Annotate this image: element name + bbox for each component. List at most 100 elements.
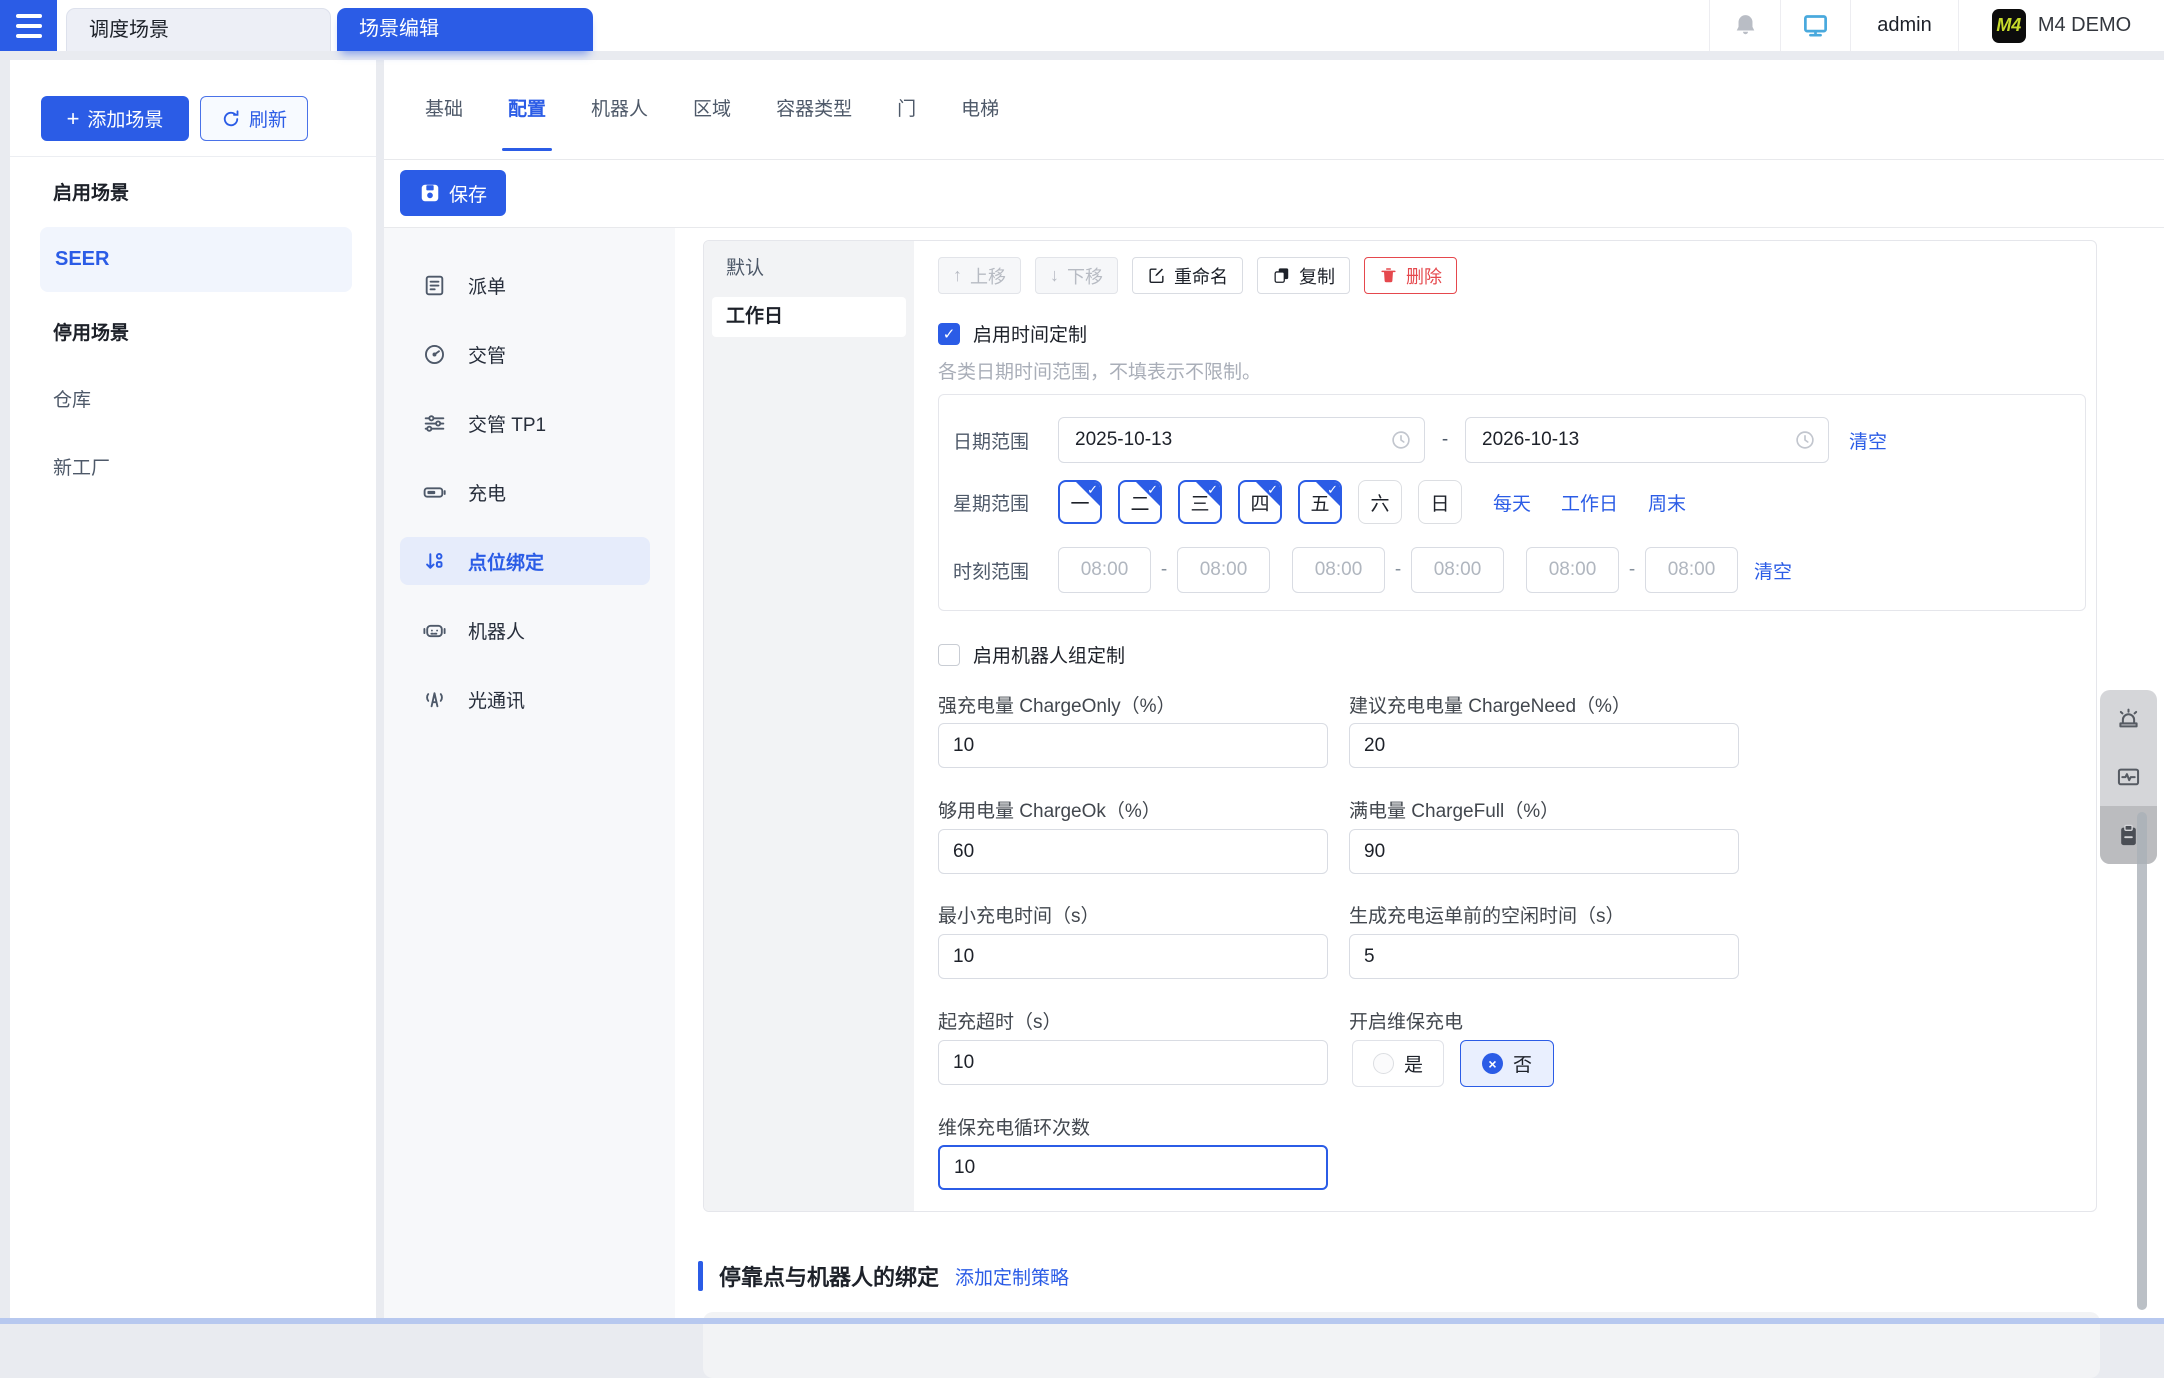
charge-need-input[interactable] <box>1349 723 1739 768</box>
menu-toggle-button[interactable] <box>0 0 57 51</box>
cycles-input[interactable] <box>938 1145 1328 1190</box>
charge-full-input[interactable] <box>1349 829 1739 874</box>
time-custom-hint: 各类日期时间范围，不填表示不限制。 <box>938 357 1261 384</box>
maintenance-yes-option[interactable]: 是 <box>1352 1040 1444 1087</box>
topbar: 调度场景 场景编辑 admin M4 M4 DEMO <box>0 0 2164 51</box>
charge-only-input[interactable] <box>938 723 1328 768</box>
weekday-chip-sun[interactable]: 日✓ <box>1418 480 1462 524</box>
tab-basic[interactable]: 基础 <box>425 60 463 160</box>
weekday-chip-mon[interactable]: 一✓ <box>1058 480 1102 524</box>
nav-tab-dispatch-scene[interactable]: 调度场景 <box>66 8 331 51</box>
tab-config[interactable]: 配置 <box>508 60 546 160</box>
weekday-chip-sat[interactable]: 六✓ <box>1358 480 1402 524</box>
time-input-2-end[interactable] <box>1411 547 1504 593</box>
menu-item-dispatch[interactable]: 派单 <box>400 261 650 309</box>
nav-tab-scene-editor[interactable]: 场景编辑 <box>337 8 593 51</box>
edit-icon <box>1147 266 1166 285</box>
weekday-chip-thu[interactable]: 四✓ <box>1238 480 1282 524</box>
refresh-icon <box>221 109 241 129</box>
time-clear-link[interactable]: 清空 <box>1754 557 1792 584</box>
user-menu[interactable]: admin <box>1850 0 1958 51</box>
topbar-right: admin M4 M4 DEMO <box>1709 0 2164 51</box>
horizontal-scrollbar[interactable] <box>0 1318 2164 1324</box>
range-dash: - <box>1425 429 1465 451</box>
antenna-icon <box>422 687 447 712</box>
scene-item-seer[interactable]: SEER <box>40 227 352 292</box>
radio-unchecked-icon <box>1373 1053 1394 1074</box>
weekday-chip-fri[interactable]: 五✓ <box>1298 480 1342 524</box>
robot-group-checkbox[interactable] <box>938 644 960 666</box>
add-custom-policy-link[interactable]: 添加定制策略 <box>955 1263 1069 1290</box>
weekday-chip-tue[interactable]: 二✓ <box>1118 480 1162 524</box>
time-custom-checkbox[interactable]: ✓ <box>938 323 960 345</box>
save-row: 保存 <box>384 160 2164 228</box>
tab-doors[interactable]: 门 <box>897 60 916 160</box>
scene-item-new-factory[interactable]: 新工厂 <box>53 453 110 480</box>
delete-button[interactable]: 删除 <box>1364 257 1457 294</box>
notifications-button[interactable] <box>1709 0 1780 51</box>
date-end-wrap <box>1465 417 1829 463</box>
maintenance-no-option[interactable]: × 否 <box>1460 1040 1554 1087</box>
arrow-down-icon: ↓ <box>1050 265 1059 286</box>
binding-section-title: 停靠点与机器人的绑定 <box>719 1260 939 1292</box>
clock-icon[interactable] <box>1794 429 1816 451</box>
idle-time-input[interactable] <box>1349 934 1739 979</box>
alarm-tool-button[interactable] <box>2100 690 2157 748</box>
move-up-button[interactable]: ↑上移 <box>938 257 1021 294</box>
charge-only-label: 强充电量 ChargeOnly（%） <box>938 691 1176 718</box>
rename-button[interactable]: 重命名 <box>1132 257 1243 294</box>
refresh-button[interactable]: 刷新 <box>200 96 308 141</box>
move-down-button[interactable]: ↓下移 <box>1035 257 1118 294</box>
sort-binding-icon <box>422 549 447 574</box>
tab-container-types[interactable]: 容器类型 <box>776 60 852 160</box>
min-charge-time-input[interactable] <box>938 934 1328 979</box>
tab-areas[interactable]: 区域 <box>693 60 731 160</box>
monitor-pulse-tool-button[interactable] <box>2100 748 2157 806</box>
time-input-3-end[interactable] <box>1645 547 1738 593</box>
weekday-chip-wed[interactable]: 三✓ <box>1178 480 1222 524</box>
weekday-chips: 一✓ 二✓ 三✓ 四✓ 五✓ 六✓ 日✓ <box>1058 480 1462 524</box>
date-start-input[interactable] <box>1058 417 1425 463</box>
menu-item-traffic-tp1[interactable]: 交管 TP1 <box>400 399 650 447</box>
save-icon <box>419 182 441 204</box>
tab-robots[interactable]: 机器人 <box>591 60 648 160</box>
workdays-link[interactable]: 工作日 <box>1561 489 1618 516</box>
menu-item-optical-comm[interactable]: 光通讯 <box>400 675 650 723</box>
date-clear-link[interactable]: 清空 <box>1849 427 1887 454</box>
group-disabled-scenes: 停用场景 <box>53 318 129 345</box>
time-input-3-start[interactable] <box>1526 547 1619 593</box>
clipboard-tool-button[interactable] <box>2100 806 2157 864</box>
profile-list: 默认 工作日 <box>704 241 914 1211</box>
robot-group-label: 启用机器人组定制 <box>973 641 1125 668</box>
time-input-1-end[interactable] <box>1177 547 1270 593</box>
vertical-scrollbar[interactable] <box>2137 812 2147 1310</box>
menu-item-robots[interactable]: 机器人 <box>400 606 650 654</box>
charge-ok-input[interactable] <box>938 829 1328 874</box>
enable-robot-group-row: 启用机器人组定制 <box>938 641 1125 668</box>
clock-icon[interactable] <box>1390 429 1412 451</box>
menu-item-point-binding[interactable]: 点位绑定 <box>400 537 650 585</box>
floating-toolbar <box>2100 690 2157 864</box>
time-input-1-start[interactable] <box>1058 547 1151 593</box>
weekend-link[interactable]: 周末 <box>1648 489 1686 516</box>
save-button[interactable]: 保存 <box>400 170 506 216</box>
add-scene-button[interactable]: + 添加场景 <box>41 96 189 141</box>
copy-button[interactable]: 复制 <box>1257 257 1350 294</box>
time-input-2-start[interactable] <box>1292 547 1385 593</box>
start-timeout-input[interactable] <box>938 1040 1328 1085</box>
tab-elevators[interactable]: 电梯 <box>961 60 999 160</box>
charge-ok-label: 够用电量 ChargeOk（%） <box>938 796 1161 823</box>
menu-item-traffic[interactable]: 交管 <box>400 330 650 378</box>
profile-item-default[interactable]: 默认 <box>712 249 906 289</box>
scene-item-warehouse[interactable]: 仓库 <box>53 385 91 412</box>
maintenance-charge-label: 开启维保充电 <box>1349 1007 1463 1034</box>
menu-item-charging[interactable]: 充电 <box>400 468 650 516</box>
everyday-link[interactable]: 每天 <box>1493 489 1531 516</box>
range-dash: - <box>1151 559 1177 581</box>
time-of-day-label: 时刻范围 <box>953 557 1058 584</box>
monitor-button[interactable] <box>1780 0 1850 51</box>
username: admin <box>1877 14 1931 37</box>
date-end-input[interactable] <box>1465 417 1829 463</box>
charge-full-label: 满电量 ChargeFull（%） <box>1349 796 1559 823</box>
profile-item-workday[interactable]: 工作日 <box>712 297 906 337</box>
